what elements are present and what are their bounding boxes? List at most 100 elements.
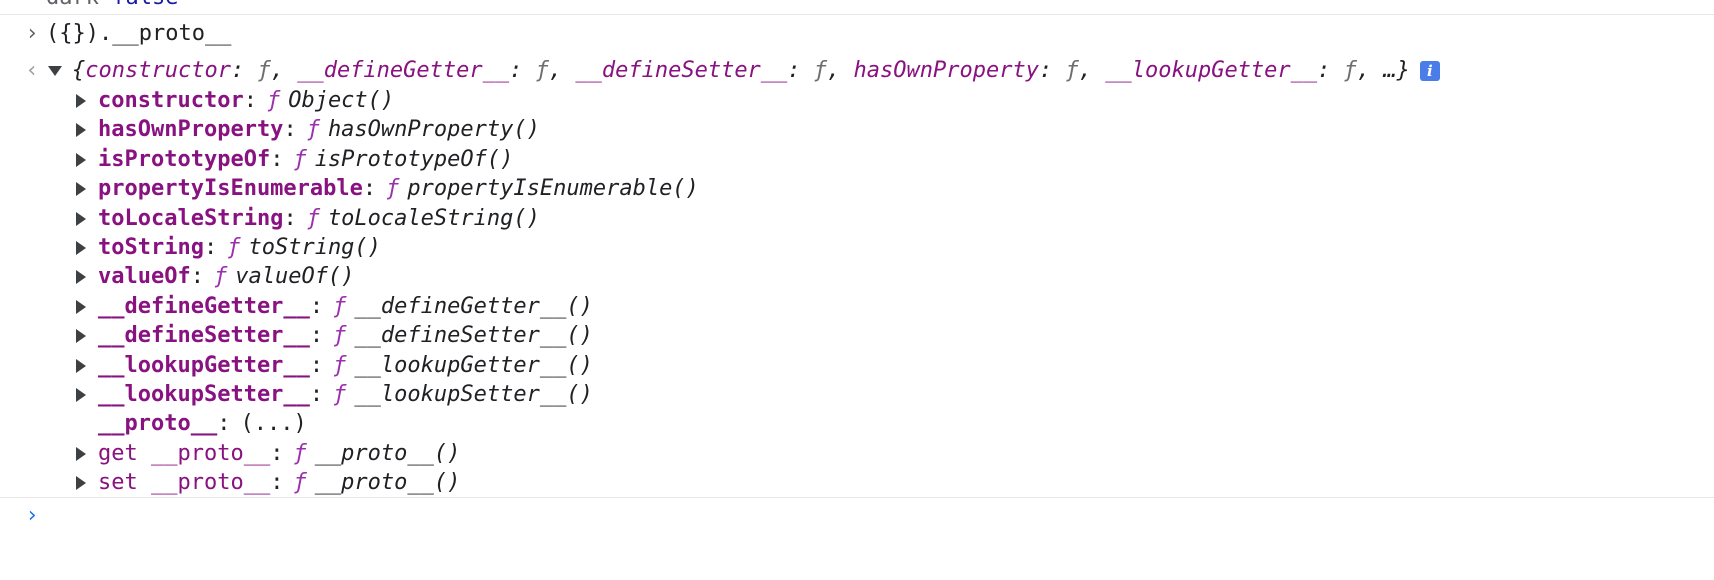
info-icon[interactable]: i <box>1419 61 1440 81</box>
summary-key: __lookupGetter__ <box>1105 58 1318 83</box>
property-row[interactable]: __lookupGetter__: ƒ __lookupGetter__() <box>0 350 1714 382</box>
function-symbol: ƒ <box>333 352 347 378</box>
triangle-right-icon[interactable] <box>76 241 86 255</box>
property-name: __lookupGetter__ <box>98 352 310 378</box>
triangle-right-icon[interactable] <box>76 123 86 138</box>
property-colon: : <box>362 176 377 202</box>
console-command[interactable]: ({}).__proto__ <box>46 18 231 50</box>
function-symbol: ƒ <box>227 235 241 260</box>
summary-key: hasOwnProperty <box>853 58 1039 83</box>
property-value: isPrototypeOf() <box>314 146 514 172</box>
property-name: toString <box>98 235 204 260</box>
console-result-line: ‹ {constructor: ƒ, __defineGetter__: ƒ, … <box>0 55 1714 87</box>
triangle-down-icon[interactable] <box>48 66 62 76</box>
property-value: __proto__() <box>314 440 461 466</box>
property-value[interactable]: (...) <box>240 411 306 436</box>
summary-value: ƒ <box>1343 58 1357 83</box>
function-symbol: ƒ <box>293 440 307 466</box>
result-summary[interactable]: {constructor: ƒ, __defineGetter__: ƒ, __… <box>48 55 1440 87</box>
triangle-right-icon[interactable] <box>76 270 86 285</box>
property-value: toLocaleString() <box>327 205 540 231</box>
property-content: constructor: ƒ Object() <box>76 85 394 117</box>
property-content: __defineSetter__: ƒ __defineSetter__() <box>76 320 593 352</box>
property-content: __lookupSetter__: ƒ __lookupSetter__() <box>76 379 593 411</box>
summary-key: __defineSetter__ <box>575 58 788 83</box>
triangle-right-icon[interactable] <box>76 211 86 226</box>
property-content: toString: ƒ toString() <box>76 232 381 264</box>
property-name: valueOf <box>98 264 191 290</box>
triangle-right-icon[interactable] <box>76 299 86 314</box>
triangle-right-icon[interactable] <box>76 329 86 344</box>
triangle-right-icon[interactable] <box>76 388 86 402</box>
property-name: __lookupSetter__ <box>98 382 310 407</box>
triangle-right-icon[interactable] <box>76 182 86 197</box>
property-colon: : <box>217 411 231 437</box>
property-row[interactable]: hasOwnProperty: ƒ hasOwnProperty() <box>0 114 1714 146</box>
console-prompt-line[interactable]: › <box>0 500 1714 532</box>
property-content: propertyIsEnumerable: ƒ propertyIsEnumerab… <box>76 173 699 205</box>
property-colon: : <box>243 88 257 113</box>
triangle-right-icon[interactable] <box>76 358 86 373</box>
property-row[interactable]: valueOf: ƒ valueOf() <box>0 261 1714 293</box>
function-symbol: ƒ <box>306 117 320 143</box>
property-name: constructor <box>98 88 244 113</box>
property-value: __lookupGetter__() <box>354 352 593 378</box>
property-value: __lookupSetter__() <box>354 382 593 407</box>
property-colon: : <box>309 352 324 378</box>
summary-tail: …} <box>1383 58 1410 83</box>
property-row[interactable]: __lookupSetter__: ƒ __lookupSetter__() <box>0 379 1714 411</box>
property-colon: : <box>309 323 324 349</box>
property-row[interactable]: propertyIsEnumerable: ƒ propertyIsEnumerab… <box>0 173 1714 205</box>
previous-output-value: false <box>112 0 178 10</box>
property-content: __defineGetter__: ƒ __defineGetter__() <box>76 291 593 323</box>
property-content: get __proto__: ƒ __proto__() <box>76 438 460 470</box>
property-content: hasOwnProperty: ƒ hasOwnProperty() <box>76 114 540 146</box>
property-content: toLocaleString: ƒ toLocaleString() <box>76 203 540 235</box>
chevron-left-icon: ‹ <box>25 58 39 83</box>
function-symbol: ƒ <box>306 205 320 231</box>
property-name: toLocaleString <box>98 205 284 231</box>
property-row[interactable]: toString: ƒ toString() <box>0 232 1714 264</box>
function-symbol: ƒ <box>386 176 400 202</box>
function-symbol: ƒ <box>333 293 347 319</box>
property-content: set __proto__: ƒ __proto__() <box>76 467 460 499</box>
property-name: __proto__ <box>98 411 218 437</box>
property-name: propertyIsEnumerable <box>98 176 363 202</box>
property-colon: : <box>190 264 204 290</box>
property-value: Object() <box>288 88 395 113</box>
object-preview: {constructor: ƒ, __defineGetter__: ƒ, __… <box>72 58 1410 83</box>
property-content: __proto__: (...) <box>76 408 307 440</box>
function-symbol: ƒ <box>266 88 281 113</box>
property-row[interactable]: constructor: ƒ Object() <box>0 85 1714 117</box>
function-symbol: ƒ <box>213 264 228 290</box>
function-symbol: ƒ <box>333 382 347 407</box>
console-input-line: › ({}).__proto__ <box>0 18 1714 50</box>
property-value: hasOwnProperty() <box>327 117 540 143</box>
property-row[interactable]: __defineGetter__: ƒ __defineGetter__() <box>0 291 1714 323</box>
property-name: set __proto__ <box>98 470 271 496</box>
separator <box>0 497 1714 498</box>
property-value: __proto__() <box>314 470 461 496</box>
property-row[interactable]: toLocaleString: ƒ toLocaleString() <box>0 203 1714 235</box>
property-name: isPrototypeOf <box>98 146 271 172</box>
property-row[interactable]: __defineSetter__: ƒ __defineSetter__() <box>0 320 1714 352</box>
triangle-right-icon[interactable] <box>76 446 86 461</box>
property-colon: : <box>270 440 284 466</box>
function-symbol: ƒ <box>293 470 307 496</box>
separator <box>0 14 1714 15</box>
triangle-right-icon[interactable] <box>76 476 86 491</box>
property-row[interactable]: isPrototypeOf: ƒ isPrototypeOf() <box>0 144 1714 176</box>
summary-value: ƒ <box>535 58 549 83</box>
property-colon: : <box>283 117 297 143</box>
function-symbol: ƒ <box>333 323 347 349</box>
property-row[interactable]: set __proto__: ƒ __proto__() <box>0 467 1714 499</box>
triangle-right-icon[interactable] <box>76 94 86 108</box>
triangle-right-icon[interactable] <box>76 152 86 167</box>
property-row[interactable]: get __proto__: ƒ __proto__() <box>0 438 1714 470</box>
previous-output-line: dark false <box>46 0 1714 14</box>
previous-output-name: dark <box>46 0 99 10</box>
property-row[interactable]: __proto__: (...) <box>0 408 1714 440</box>
property-value: __defineSetter__() <box>354 323 593 349</box>
summary-key: __defineGetter__ <box>297 58 510 83</box>
property-content: isPrototypeOf: ƒ isPrototypeOf() <box>76 144 513 176</box>
